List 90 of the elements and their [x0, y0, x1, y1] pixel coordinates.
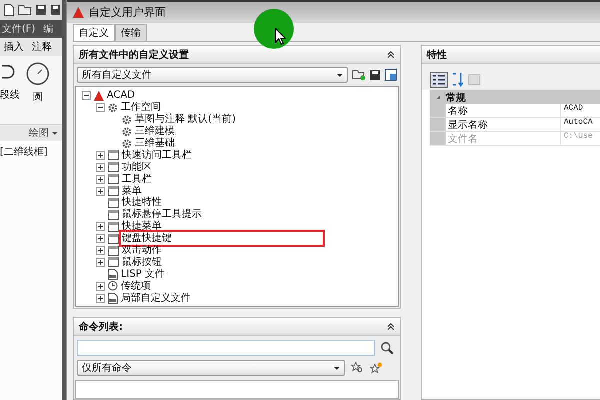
tree-item[interactable]: ACAD — [107, 90, 136, 102]
panel-title: 命令列表: — [79, 320, 123, 334]
property-name: 文件名 — [446, 132, 561, 145]
tree-item[interactable]: 三维基础 — [135, 138, 175, 149]
expander-icon[interactable] — [82, 91, 91, 100]
clock-icon — [108, 281, 118, 292]
file-icon — [108, 268, 118, 280]
tree-item[interactable]: 草图与注释 默认(当前) — [135, 114, 236, 126]
files-dropdown[interactable]: 所有自定义文件 — [77, 67, 348, 83]
ribbon-tab[interactable]: 注释 — [32, 40, 52, 54]
tool-label[interactable]: 圆 — [33, 90, 43, 104]
star-icon[interactable] — [370, 362, 383, 374]
collapse-icon[interactable] — [387, 322, 395, 330]
window-icon — [108, 246, 119, 256]
window-icon — [108, 234, 119, 244]
expander-icon[interactable] — [96, 258, 105, 267]
ribbon-tab[interactable]: 插入 — [4, 40, 24, 54]
tree-item[interactable]: 工具栏 — [122, 174, 152, 185]
star-search-icon[interactable] — [351, 362, 364, 374]
tree-item[interactable]: 双击动作 — [122, 245, 162, 256]
circle-icon[interactable] — [26, 62, 50, 86]
expander-icon[interactable] — [96, 294, 105, 303]
expander-icon[interactable] — [96, 186, 105, 196]
tree-item[interactable]: 键盘快捷键 — [122, 233, 322, 244]
property-name: 名称 — [446, 104, 561, 117]
tree-item[interactable]: 快速访问工具栏 — [122, 150, 192, 161]
category-row[interactable]: 常规 — [430, 91, 600, 104]
categorized-icon[interactable] — [430, 72, 448, 88]
window-icon — [108, 186, 119, 196]
folder-icon[interactable] — [18, 4, 32, 16]
property-name: 显示名称 — [446, 118, 561, 131]
tree-item[interactable]: 菜单 — [122, 186, 142, 197]
property-value[interactable]: ACAD — [561, 104, 586, 117]
gear-icon — [122, 114, 132, 125]
window-icon — [108, 257, 119, 268]
category-name: 常规 — [446, 92, 466, 104]
expander-icon[interactable] — [96, 150, 105, 160]
expander-icon[interactable] — [96, 222, 105, 232]
window-icon — [108, 198, 119, 208]
tree-item[interactable]: 鼠标按钮 — [122, 256, 162, 268]
new-file-icon[interactable] — [3, 4, 15, 16]
search-icon[interactable] — [381, 342, 394, 354]
window-icon — [108, 210, 119, 220]
window-icon — [108, 222, 119, 232]
caret-icon[interactable] — [52, 132, 58, 134]
command-filter-dropdown[interactable]: 仅所有命令 — [77, 360, 345, 376]
panel-title: 特性 — [427, 48, 447, 62]
expander-icon[interactable] — [96, 234, 105, 244]
menu-item[interactable]: 编 — [44, 22, 54, 36]
expander-icon[interactable] — [96, 162, 105, 172]
window-icon — [108, 150, 119, 160]
collapse-icon[interactable] — [387, 50, 395, 58]
pages-icon — [468, 73, 482, 87]
gear-icon — [108, 102, 118, 113]
cursor-icon — [275, 28, 286, 45]
tree-item[interactable]: 三维建模 — [135, 126, 175, 138]
tab[interactable]: 自定义 — [73, 24, 115, 41]
save-icon[interactable] — [50, 4, 60, 16]
gear-icon — [122, 126, 132, 137]
expander-icon[interactable] — [96, 174, 105, 184]
tree-item[interactable]: 工作空间 — [121, 102, 161, 114]
viewport-label[interactable]: [二维线框] — [0, 147, 48, 158]
tree-item[interactable]: 鼠标悬停工具提示 — [122, 209, 202, 220]
logo-icon — [94, 90, 104, 101]
tree-item[interactable]: 快捷菜单 — [122, 221, 162, 232]
tab[interactable]: 传输 — [115, 24, 147, 41]
tree-item[interactable]: 功能区 — [122, 162, 152, 173]
expander-icon[interactable] — [96, 103, 105, 112]
search-field[interactable] — [77, 340, 375, 356]
tool-label[interactable]: 段线 — [0, 88, 20, 102]
save-icon[interactable] — [370, 70, 381, 80]
sort-icon[interactable] — [452, 72, 464, 88]
logo-icon — [73, 7, 84, 18]
save-icon[interactable] — [35, 4, 47, 16]
window-icon[interactable] — [385, 69, 397, 81]
tree-item[interactable]: 局部自定义文件 — [121, 292, 191, 304]
expander-icon[interactable] — [96, 282, 105, 291]
tree-item[interactable]: 传统项 — [121, 280, 151, 292]
tree-item[interactable]: LISP 文件 — [121, 268, 166, 280]
file-icon — [108, 292, 118, 304]
property-value[interactable]: AutoCA — [561, 118, 595, 131]
window-title: 自定义用户界面 — [89, 5, 166, 20]
window-icon — [108, 174, 119, 184]
menu-item[interactable]: 文件(F) — [2, 22, 36, 36]
gear-icon — [122, 138, 132, 148]
window-icon — [108, 162, 119, 172]
expander-icon[interactable] — [96, 246, 105, 256]
panel-title: 所有文件中的自定义设置 — [79, 48, 189, 62]
tree-item[interactable]: 快捷特性 — [122, 197, 162, 208]
open-folder-icon[interactable] — [352, 69, 366, 81]
